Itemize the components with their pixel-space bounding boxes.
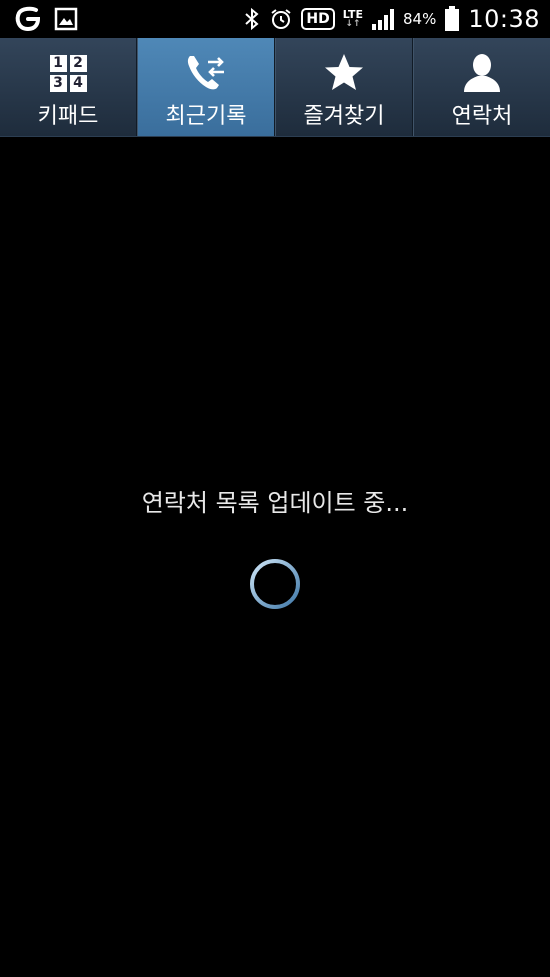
hd-voice-badge: HD (301, 8, 335, 30)
keypad-key-4: 4 (69, 74, 87, 92)
status-clock: 10:38 (468, 5, 540, 33)
bluetooth-icon (243, 7, 261, 31)
keypad-icon: 1 2 3 4 (49, 52, 87, 94)
alarm-icon (269, 7, 293, 31)
battery-percent: 84% (402, 10, 437, 28)
tab-keypad[interactable]: 1 2 3 4 키패드 (0, 38, 137, 136)
phone-tab-bar: 1 2 3 4 키패드 최근기록 즐겨찾기 연락처 (0, 38, 550, 137)
loading-spinner-icon (249, 558, 301, 610)
star-icon (322, 52, 366, 94)
signal-strength-icon (371, 7, 395, 31)
status-right-icons: HD LTE ↓↑ 84% 10:38 (243, 3, 540, 35)
tab-favorites-label: 즐겨찾기 (303, 104, 385, 129)
tab-favorites[interactable]: 즐겨찾기 (275, 38, 413, 136)
contact-icon (460, 52, 504, 94)
status-bar: HD LTE ↓↑ 84% 10:38 (0, 0, 550, 38)
tab-contacts[interactable]: 연락처 (413, 38, 550, 136)
battery-icon (444, 6, 460, 32)
tab-contacts-label: 연락처 (451, 104, 513, 129)
tab-call-log-label: 최근기록 (165, 104, 247, 129)
keypad-key-1: 1 (49, 54, 67, 72)
status-left-icons (14, 5, 78, 33)
carrier-logo-icon (14, 5, 42, 33)
keypad-key-2: 2 (69, 54, 87, 72)
lte-indicator: LTE ↓↑ (343, 9, 363, 29)
tab-call-log[interactable]: 최근기록 (137, 38, 275, 136)
data-arrows-icon: ↓↑ (345, 19, 361, 29)
loading-message: 연락처 목록 업데이트 중... (141, 489, 409, 517)
tab-keypad-label: 키패드 (37, 104, 99, 129)
keypad-key-3: 3 (49, 74, 67, 92)
call-log-icon (184, 52, 228, 94)
gallery-notification-icon (54, 7, 78, 31)
